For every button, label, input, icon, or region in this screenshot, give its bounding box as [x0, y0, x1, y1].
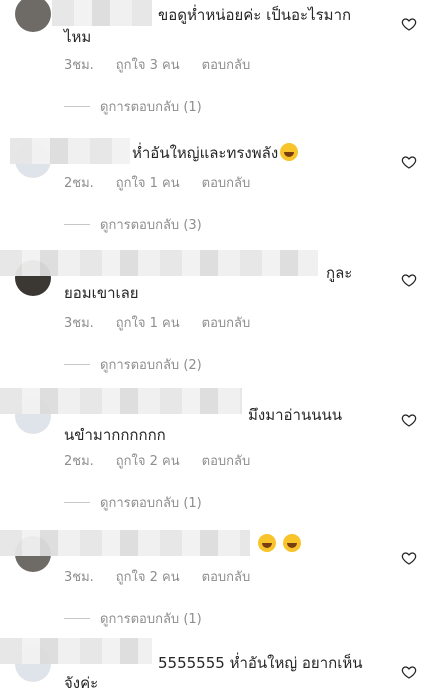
- avatar[interactable]: [15, 0, 51, 32]
- view-replies[interactable]: ดูการตอบกลับ (1): [64, 492, 202, 513]
- heart-icon[interactable]: [401, 550, 417, 566]
- comment-meta: 3ชม. ถูกใจ 1 คน ตอบกลับ: [64, 312, 250, 333]
- blurred-username: [52, 0, 152, 26]
- comment-likes[interactable]: ถูกใจ 3 คน: [116, 54, 180, 75]
- comment-text-line-2: นขำมากกกกกก: [64, 426, 166, 444]
- view-replies-label[interactable]: ดูการตอบกลับ (2): [100, 354, 202, 375]
- reply-button[interactable]: ตอบกลับ: [202, 54, 251, 75]
- replies-divider: [64, 364, 90, 365]
- comment-text-line-2: จังค่ะ: [64, 674, 99, 692]
- comment-emojis: [256, 533, 301, 556]
- comment-likes[interactable]: ถูกใจ 2 คน: [116, 566, 180, 587]
- comment-likes[interactable]: ถูกใจ 2 คน: [116, 450, 180, 471]
- comment-text-line-2: ยอมเขาเลย: [64, 284, 139, 302]
- view-replies-label[interactable]: ดูการตอบกลับ (1): [100, 96, 202, 117]
- comment-text: ห่ำอันใหญ่และทรงพลัง: [132, 144, 279, 162]
- comment-meta: 3ชม. ถูกใจ 3 คน ตอบกลับ: [64, 54, 250, 75]
- view-replies-label[interactable]: ดูการตอบกลับ (1): [100, 492, 202, 513]
- view-replies[interactable]: ดูการตอบกลับ (3): [64, 214, 202, 235]
- comment-meta: 2ชม. ถูกใจ 1 คน ตอบกลับ: [64, 172, 250, 193]
- blurred-username: [0, 388, 242, 414]
- view-replies-label[interactable]: ดูการตอบกลับ (1): [100, 608, 202, 629]
- comment-time: 2ชม.: [64, 176, 94, 191]
- laughing-emoji-icon: [282, 534, 301, 552]
- comment-text-line-2: ไหม: [64, 28, 92, 46]
- heart-icon[interactable]: [401, 154, 417, 170]
- comment-time: 3ชม.: [64, 570, 94, 585]
- heart-icon[interactable]: [401, 412, 417, 428]
- blurred-username: [0, 638, 152, 664]
- comment-text-line-1: มึงมาอ่านนนน: [248, 406, 342, 424]
- heart-icon[interactable]: [401, 16, 417, 32]
- replies-divider: [64, 224, 90, 225]
- heart-icon[interactable]: [401, 272, 417, 288]
- heart-icon[interactable]: [401, 664, 417, 680]
- comment-text-line-1: ห่ำอันใหญ่และทรงพลัง: [132, 142, 299, 165]
- comment-time: 3ชม.: [64, 316, 94, 331]
- blurred-username: [0, 530, 250, 556]
- blurred-username: [10, 138, 130, 164]
- comment-text-line-1: ขอดูห่ำหน่อยค่ะ เป็นอะไรมาก: [158, 6, 352, 24]
- replies-divider: [64, 106, 90, 107]
- reply-button[interactable]: ตอบกลับ: [202, 450, 251, 471]
- comment-likes[interactable]: ถูกใจ 1 คน: [116, 312, 180, 333]
- replies-divider: [64, 502, 90, 503]
- comment-meta: 2ชม. ถูกใจ 2 คน ตอบกลับ: [64, 450, 250, 471]
- replies-divider: [64, 618, 90, 619]
- comment-time: 3ชม.: [64, 58, 94, 73]
- view-replies[interactable]: ดูการตอบกลับ (1): [64, 608, 202, 629]
- reply-button[interactable]: ตอบกลับ: [202, 566, 251, 587]
- reply-button[interactable]: ตอบกลับ: [202, 312, 251, 333]
- view-replies-label[interactable]: ดูการตอบกลับ (3): [100, 214, 202, 235]
- comment-time: 2ชม.: [64, 454, 94, 469]
- comment-text-line-1: กูละ: [326, 264, 353, 282]
- view-replies[interactable]: ดูการตอบกลับ (1): [64, 96, 202, 117]
- comment-text-line-1: 5555555 ห่ำอันใหญ่ อยากเห็น: [158, 654, 363, 672]
- laughing-emoji-icon: [280, 143, 299, 161]
- blurred-username: [0, 250, 318, 276]
- view-replies[interactable]: ดูการตอบกลับ (2): [64, 354, 202, 375]
- comment-meta: 3ชม. ถูกใจ 2 คน ตอบกลับ: [64, 566, 250, 587]
- laughing-emoji-icon: [258, 534, 276, 552]
- comment-likes[interactable]: ถูกใจ 1 คน: [116, 172, 180, 193]
- reply-button[interactable]: ตอบกลับ: [202, 172, 251, 193]
